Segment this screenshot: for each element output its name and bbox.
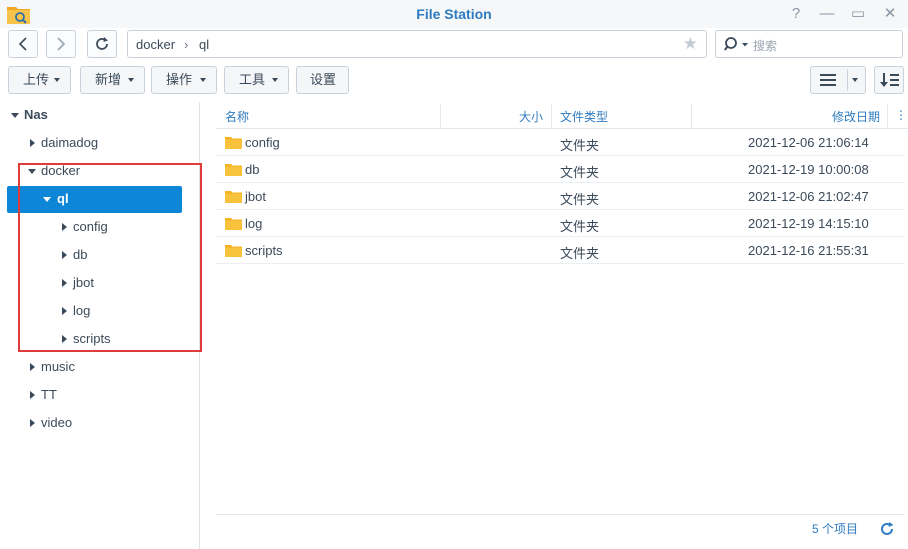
- table-row[interactable]: scripts 文件夹 2021-12-16 21:55:31: [216, 237, 904, 264]
- folder-icon: [225, 137, 242, 149]
- caret-right-icon: [30, 139, 35, 147]
- refresh-icon[interactable]: [879, 521, 895, 537]
- caret-down-icon: [54, 78, 60, 82]
- status-bar-divider: [216, 514, 904, 515]
- search-icon: [724, 37, 748, 51]
- folder-icon: [225, 191, 242, 203]
- refresh-icon: [96, 37, 108, 50]
- star-icon[interactable]: ★: [683, 34, 698, 54]
- search-placeholder: 搜索: [753, 39, 778, 53]
- chevron-left-icon: [18, 37, 27, 51]
- view-split-divider: [847, 69, 848, 91]
- tree-item-label: TT: [41, 387, 57, 402]
- caret-right-icon: [30, 363, 35, 371]
- folder-icon: [225, 245, 242, 257]
- column-options-icon[interactable]: ⋮: [895, 108, 907, 122]
- tree-item-label: music: [41, 359, 75, 374]
- tree-root-label: Nas: [24, 107, 48, 122]
- path-bar[interactable]: docker › ql ★: [127, 30, 707, 58]
- column-header-modified[interactable]: 修改日期: [832, 108, 880, 125]
- column-header-size[interactable]: 大小: [519, 108, 543, 125]
- maximize-button[interactable]: ▭: [848, 4, 868, 24]
- upload-button[interactable]: 上传: [8, 66, 71, 94]
- settings-label: 设置: [310, 72, 337, 87]
- file-type: 文件夹: [560, 219, 600, 234]
- file-modified: 2021-12-06 21:06:14: [748, 135, 869, 150]
- caret-right-icon: [30, 419, 35, 427]
- tree-item-music[interactable]: music: [28, 354, 188, 380]
- breadcrumb-separator: ›: [184, 37, 189, 52]
- sort-button[interactable]: [874, 66, 904, 94]
- file-type: 文件夹: [560, 165, 600, 180]
- column-divider: [691, 104, 692, 128]
- file-modified: 2021-12-19 14:15:10: [748, 216, 869, 231]
- column-divider: [551, 104, 552, 128]
- tree-item-label: video: [41, 415, 73, 430]
- tree-item-tt[interactable]: TT: [28, 382, 188, 408]
- folder-icon: [225, 164, 242, 176]
- highlight-annotation-box: [18, 163, 202, 352]
- caret-down-icon: [852, 78, 858, 82]
- forward-button[interactable]: [46, 30, 76, 58]
- item-count: 5 个项目: [812, 522, 859, 536]
- file-name: config: [245, 135, 280, 150]
- create-label: 新增: [95, 72, 122, 87]
- refresh-button[interactable]: [87, 30, 117, 58]
- file-name: db: [245, 162, 260, 177]
- file-type: 文件夹: [560, 246, 600, 261]
- help-button[interactable]: ?: [786, 4, 806, 24]
- tree-item-video[interactable]: video: [28, 410, 188, 436]
- tree-item-label: daimadog: [41, 135, 99, 150]
- search-input[interactable]: 搜索: [715, 30, 903, 58]
- action-button[interactable]: 操作: [151, 66, 217, 94]
- close-button[interactable]: ✕: [880, 4, 900, 24]
- view-mode-button[interactable]: [810, 66, 866, 94]
- tools-button[interactable]: 工具: [224, 66, 289, 94]
- column-divider: [887, 104, 888, 128]
- settings-button[interactable]: 设置: [296, 66, 349, 94]
- caret-down-icon: [128, 78, 134, 82]
- tools-label: 工具: [239, 72, 266, 87]
- caret-down-icon: [11, 113, 19, 118]
- file-name: scripts: [245, 243, 283, 258]
- file-modified: 2021-12-19 10:00:08: [748, 162, 869, 177]
- caret-down-icon: [200, 78, 206, 82]
- breadcrumb-docker[interactable]: docker: [136, 37, 175, 52]
- table-row[interactable]: log 文件夹 2021-12-19 14:15:10: [216, 210, 904, 237]
- file-modified: 2021-12-16 21:55:31: [748, 243, 869, 258]
- caret-down-icon: [272, 78, 278, 82]
- file-name: jbot: [245, 189, 266, 204]
- chevron-right-icon: [57, 37, 66, 51]
- file-type: 文件夹: [560, 192, 600, 207]
- caret-right-icon: [30, 391, 35, 399]
- file-name: log: [245, 216, 263, 231]
- list-view-icon: [820, 74, 836, 86]
- file-type: 文件夹: [560, 138, 600, 153]
- folder-icon: [225, 218, 242, 230]
- upload-label: 上传: [23, 72, 50, 87]
- minimize-button[interactable]: —: [817, 4, 837, 24]
- create-button[interactable]: 新增: [80, 66, 145, 94]
- breadcrumb-ql[interactable]: ql: [199, 37, 209, 52]
- table-row[interactable]: jbot 文件夹 2021-12-06 21:02:47: [216, 183, 904, 210]
- column-divider: [440, 104, 441, 128]
- action-label: 操作: [166, 72, 193, 87]
- table-row[interactable]: db 文件夹 2021-12-19 10:00:08: [216, 156, 904, 183]
- window-title: File Station: [416, 6, 492, 22]
- file-modified: 2021-12-06 21:02:47: [748, 189, 869, 204]
- column-header-type[interactable]: 文件类型: [560, 108, 608, 125]
- list-header: 名称 大小 文件类型 修改日期 ⋮: [216, 102, 908, 129]
- table-row[interactable]: config 文件夹 2021-12-06 21:06:14: [216, 129, 904, 156]
- back-button[interactable]: [8, 30, 38, 58]
- sort-icon: [880, 73, 899, 87]
- title-bar: File Station ? — ▭ ✕: [0, 0, 908, 28]
- tree-item-daimadog[interactable]: daimadog: [28, 130, 188, 156]
- column-header-name[interactable]: 名称: [225, 108, 249, 125]
